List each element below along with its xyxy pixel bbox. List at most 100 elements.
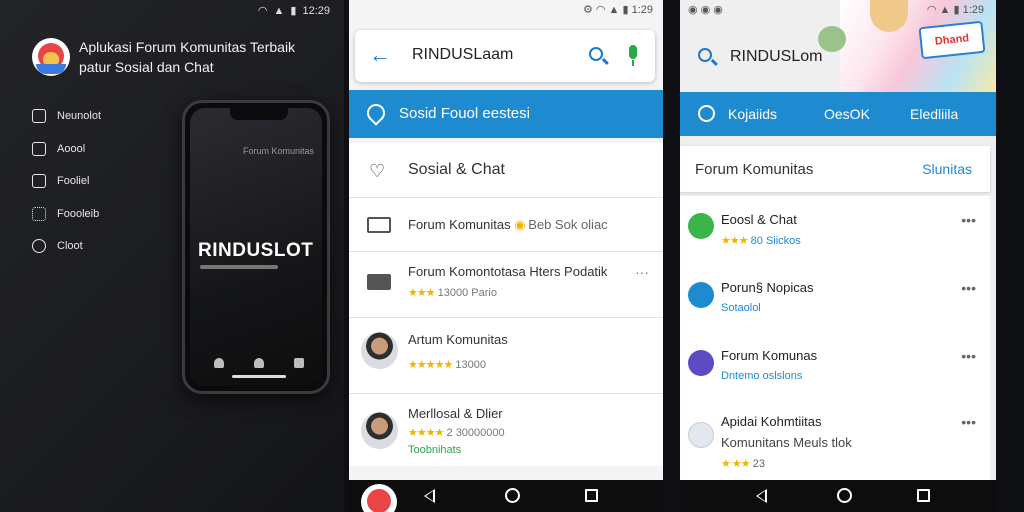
battery-icon: ▮ [290,5,297,17]
search-bar[interactable]: ← RINDUSLaam [355,30,655,82]
app-screen-forum: Dhand ◉ ◉ ◉ ◠ ▲ ▮ 1:29 RINDUSLom Kojaiid… [680,0,996,512]
app-screen-search: ⚙ ◠ ▲ ▮ 1:29 ← RINDUSLaam Sosid Fouol ee… [349,0,663,512]
status-icons: ◉ ◉ ◉ [688,4,723,16]
promo-panel: ◠ ▲ ▮ 12:29 Aplukasi Forum Komunitas Ter… [0,0,344,512]
title-line-2: patur Sosial dan Chat [79,59,214,75]
list-item[interactable]: ♡ Sosial & Chat [349,143,663,198]
menu-item-neunolot[interactable]: Neunolot [32,100,101,133]
menu-item-aoool[interactable]: Aoool [32,133,101,166]
item-title: Merllosal & Dlier [408,406,503,421]
more-options-icon[interactable]: ••• [961,212,976,228]
section-header: Forum Komunitas Slunitas [680,146,990,192]
search-icon[interactable] [698,48,712,62]
menu-label: Neunolot [57,110,102,123]
list-item[interactable]: Merllosal & Dlier ★★★★ 2 30000000 Toobni… [349,394,663,466]
item-title-2: Komunitans Meuls tlok [721,435,852,450]
recent-apps-icon[interactable] [917,489,930,502]
item-subtitle: Dntemo oslslons [721,370,803,382]
menu-item-foooleib[interactable]: Foooleib [32,198,101,231]
page-title: Aplukasi Forum Komunitas Terbaik patur S… [79,37,319,77]
side-menu: Neunolot Aoool Fooliel Foooleib Cloot [32,100,101,263]
search-icon[interactable] [589,47,603,61]
list-item[interactable]: Forum Komontotasa Hters Podatik ★★★ 1300… [349,252,663,318]
item-title: Apidai Kohmtiitas [721,414,822,429]
avatar[interactable] [361,484,397,512]
tab-bar: Kojaiids OesOK Eledliila [680,92,996,136]
search-input[interactable]: RINDUSLaam [412,46,513,64]
recent-apps-icon[interactable] [585,489,598,502]
more-options-icon[interactable]: ••• [961,414,976,430]
status-time: 1:29 [631,4,653,16]
home-icon [32,141,46,156]
menu-label: Aoool [57,142,86,155]
item-title: Porun§ Nopicas [721,280,814,295]
home-icon[interactable] [505,488,520,503]
phone-notch [230,108,288,120]
search-input[interactable]: RINDUSLom [730,48,822,66]
back-icon[interactable] [424,489,435,503]
section-title: Forum Komunitas [695,161,814,178]
item-title: Forum Komontotasa Hters Podatik [408,264,608,279]
status-bar: ◠ ▲ ▮ 1:29 [926,4,984,16]
menu-item-cloot[interactable]: Cloot [32,230,101,263]
category-bar[interactable]: Sosid Fouol eestesi [349,90,663,138]
list-item[interactable]: Forum Komunitas ◉ Beb Sok oliac [349,198,663,252]
tab-eledliila[interactable]: Eledliila [910,106,958,122]
list-item[interactable]: Apidai Kohmtiitas Komunitans Meuls tlok … [680,400,990,480]
status-bar: ⚙ ◠ ▲ ▮ 1:29 [582,4,653,16]
home-icon[interactable] [837,488,852,503]
info-icon [32,174,46,189]
item-rating: ★★★★★ 13000 [408,359,486,371]
menu-label: Fooliel [57,175,90,188]
signal-icon: ▲ [273,4,285,17]
check-icon [688,282,714,308]
phone-brand: RINDUSLOT [198,240,314,261]
location-icon [363,100,389,126]
phone-tagline [200,265,278,269]
wifi-icon: ◠ [257,5,268,17]
phone-mockup: Forum Komunitas RINDUSLOT [182,100,330,394]
back-icon[interactable] [756,489,767,503]
clock-icon [32,239,46,254]
section-action[interactable]: Slunitas [922,161,972,177]
status-bar: ◠ ▲ ▮ 12:29 [257,4,330,18]
home-indicator [232,375,286,378]
list-item[interactable]: Forum Komunas Dntemo oslslons ••• [680,332,990,400]
nav-bar [349,480,663,512]
menu-label: Cloot [57,240,83,253]
more-options-icon[interactable]: ••• [961,280,976,296]
list-item[interactable]: Artum Komunitas ★★★★★ 13000 [349,318,663,394]
mic-icon[interactable] [629,45,637,66]
list-item[interactable]: Porun§ Nopicas Sotaolol ••• [680,264,990,332]
item-subtitle: Toobnihats [408,444,462,456]
folder-icon [367,217,391,233]
avatar [361,332,398,369]
item-title: Artum Komunitas [408,332,508,347]
shield-icon [32,109,46,124]
back-arrow-icon[interactable]: ← [369,44,391,66]
result-list: ♡ Sosial & Chat Forum Komunitas ◉ Beb So… [349,143,663,466]
user-icon [214,358,224,368]
item-title: Forum Komunas [721,348,818,363]
chat-icon [688,213,714,239]
item-title: Eoosl & Chat [721,212,797,227]
forum-list: Eoosl & Chat ★★★ 80 Siickos ••• Porun§ N… [680,196,990,480]
item-subtitle: Sotaolol [721,302,761,314]
promo-badge: Dhand [918,20,986,60]
item-rating: ★★★ 13000 Pario [408,287,497,299]
menu-item-fooliel[interactable]: Fooliel [32,165,101,198]
heart-icon: ♡ [369,161,386,181]
menu-label: Foooleib [57,207,100,220]
title-line-1: Aplukasi Forum Komunitas Terbaik [79,39,296,55]
more-options-icon[interactable]: ••• [961,348,976,364]
tab-oesok[interactable]: OesOK [824,106,870,122]
clock-icon [688,350,714,376]
grid-icon [32,206,46,221]
more-options-icon[interactable]: ··· [635,264,649,280]
tab-kojaiids[interactable]: Kojaiids [728,106,777,122]
user-icon [254,358,264,368]
list-item[interactable]: Eoosl & Chat ★★★ 80 Siickos ••• [680,196,990,264]
item-title: Forum Komunitas ◉ Beb Sok oliac [408,217,608,232]
app-logo [32,38,70,76]
phone-subtitle: Forum Komunitas [242,146,314,156]
